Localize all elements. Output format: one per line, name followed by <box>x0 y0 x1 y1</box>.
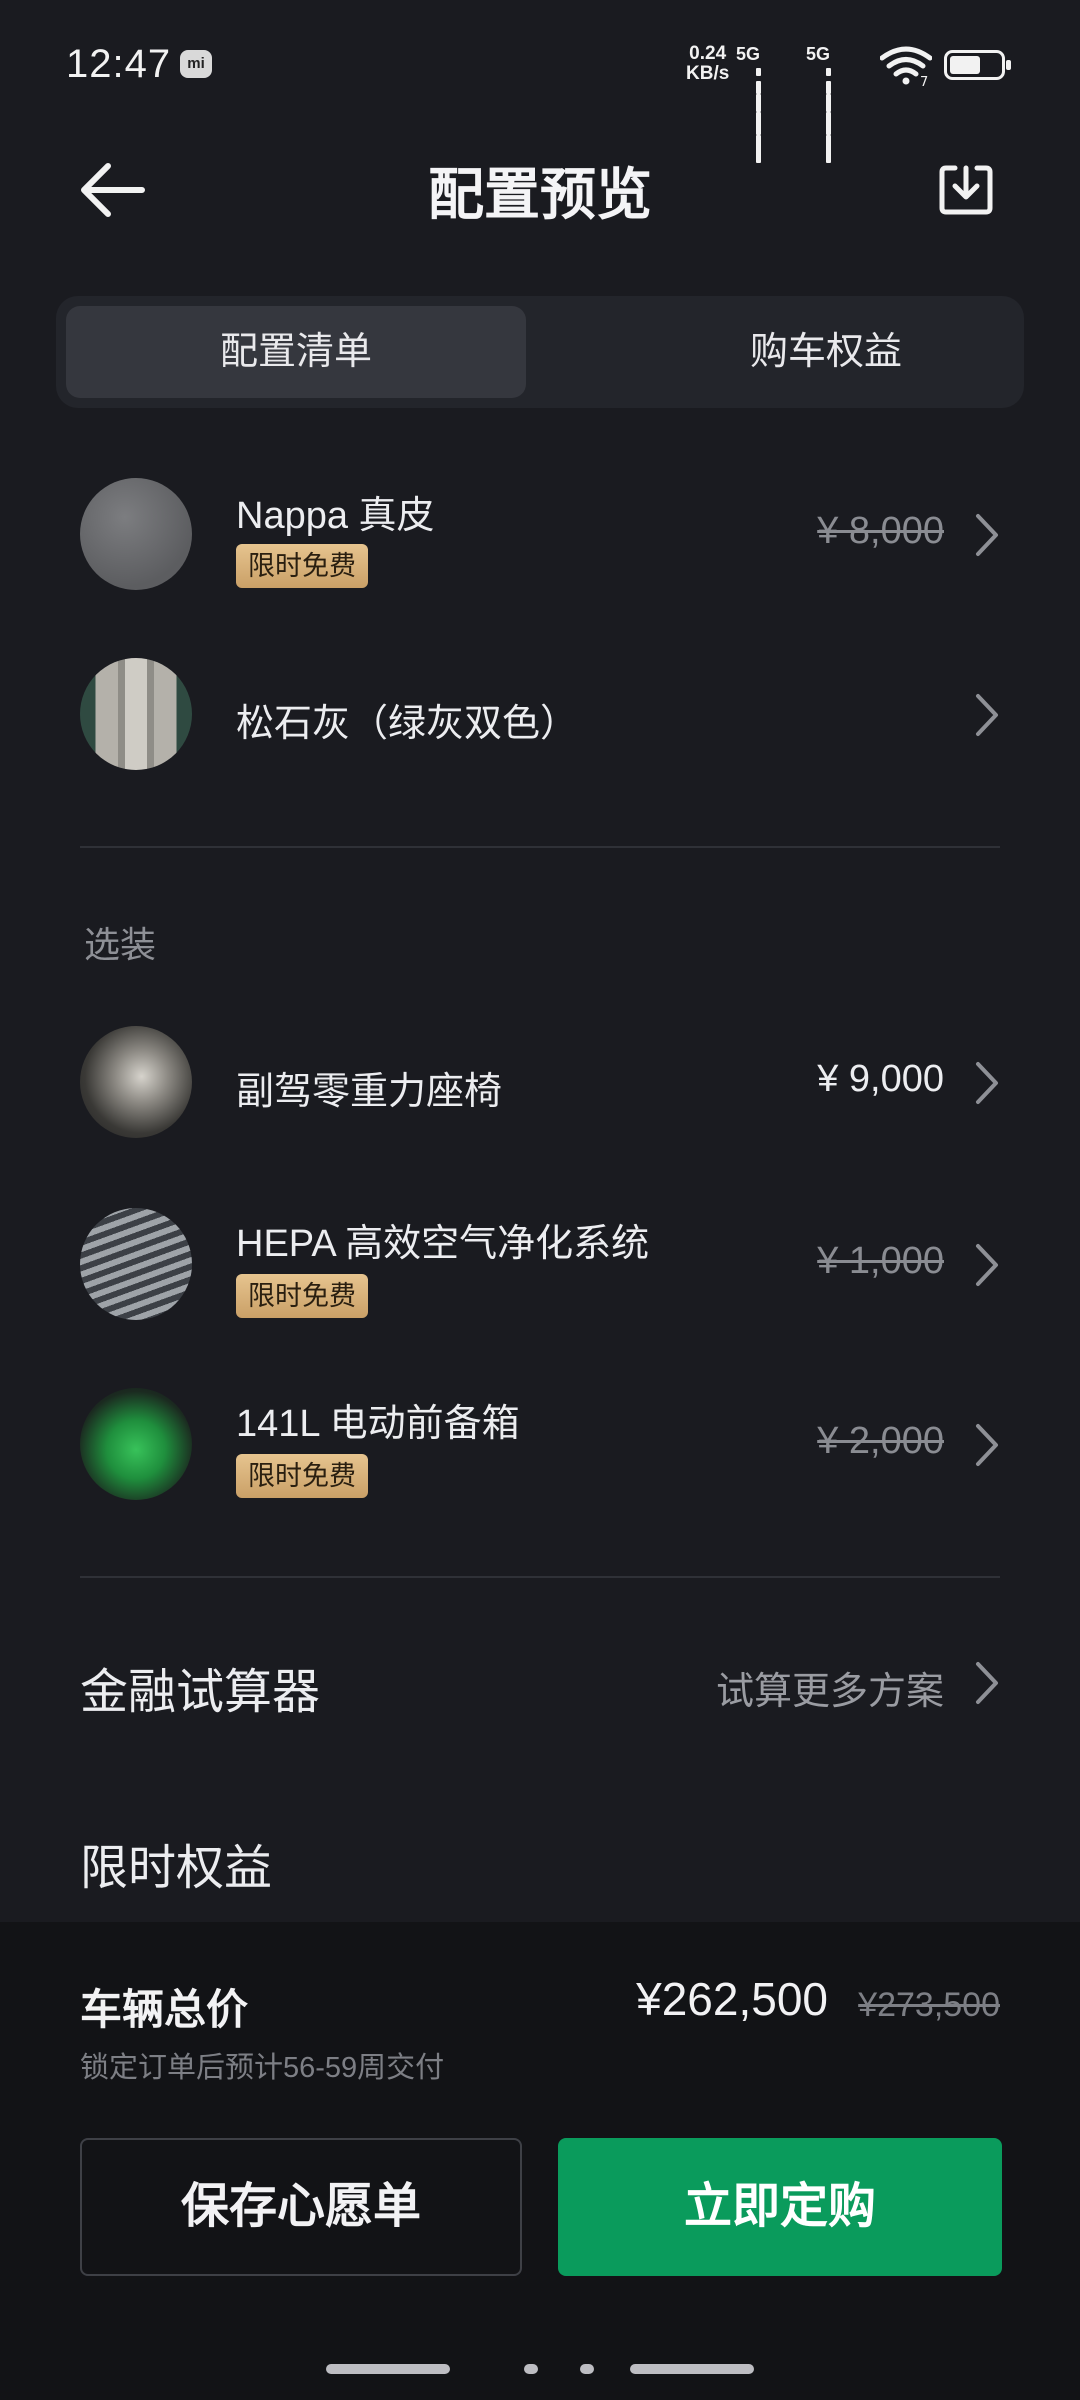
options-section-label: 选装 <box>84 924 157 965</box>
save-wishlist-button[interactable]: 保存心愿单 <box>80 2138 522 2276</box>
list-item-hepa-filter[interactable]: HEPA 高效空气净化系统 限时免费 ¥ 1,000 <box>0 1194 1080 1334</box>
chevron-right-icon <box>976 1424 998 1466</box>
total-price-label: 车辆总价 <box>80 1986 249 2033</box>
item-title: HEPA 高效空气净化系统 <box>236 1223 650 1265</box>
original-price: ¥273,500 <box>858 1986 1000 2024</box>
wifi-standard: 7 <box>920 75 928 86</box>
item-title: Nappa 真皮 <box>236 495 435 537</box>
net-speed-unit: KB/s <box>686 63 730 84</box>
item-title: 副驾零重力座椅 <box>236 1071 503 1113</box>
download-icon[interactable] <box>938 160 994 216</box>
network-speed: 0.24 KB/s <box>686 44 729 84</box>
nav-gesture-dot <box>524 2364 538 2374</box>
list-item-nappa-leather[interactable]: Nappa 真皮 限时免费 ¥ 8,000 <box>0 464 1080 604</box>
seat-photo-thumbnail <box>80 1026 192 1138</box>
tab-purchase-benefits[interactable]: 购车权益 <box>596 306 1056 398</box>
order-now-button[interactable]: 立即定购 <box>558 2138 1002 2276</box>
chevron-right-icon <box>976 1062 998 1104</box>
divider <box>80 1576 1000 1578</box>
divider <box>80 846 1000 848</box>
free-badge: 限时免费 <box>236 544 368 588</box>
nav-gesture-bar-right[interactable] <box>630 2364 754 2374</box>
chevron-right-icon <box>976 694 998 736</box>
list-item-front-trunk[interactable]: 141L 电动前备箱 限时免费 ¥ 2,000 <box>0 1374 1080 1514</box>
tab-bar: 配置清单 购车权益 <box>56 296 1024 408</box>
seat-color-swatch-thumbnail <box>80 658 192 770</box>
delivery-estimate: 锁定订单后预计56-59周交付 <box>80 2052 445 2084</box>
status-bar: 12:47 mi 0.24 KB/s 5G 5G 7 <box>0 0 1080 163</box>
wifi-icon: 7 <box>880 46 932 86</box>
finance-calculator-title: 金融试算器 <box>80 1666 321 1719</box>
page-title: 配置预览 <box>428 163 652 226</box>
net-speed-value: 0.24 <box>689 43 727 64</box>
chevron-right-icon <box>976 1244 998 1286</box>
free-badge: 限时免费 <box>236 1274 368 1318</box>
tab-config-list[interactable]: 配置清单 <box>66 306 526 398</box>
total-price: ¥262,500 <box>636 1973 828 2025</box>
nav-gesture-bar-left <box>326 2364 450 2374</box>
item-title: 141L 电动前备箱 <box>236 1403 520 1445</box>
finance-more-plans-link[interactable]: 试算更多方案 <box>716 1660 944 1715</box>
item-price: ¥ 9,000 <box>817 1058 944 1100</box>
item-price: ¥ 2,000 <box>817 1420 944 1462</box>
list-item-seat-color[interactable]: 松石灰（绿灰双色） <box>0 644 1080 784</box>
car-frunk-photo-thumbnail <box>80 1388 192 1500</box>
leather-swatch-thumbnail <box>80 478 192 590</box>
filter-photo-thumbnail <box>80 1208 192 1320</box>
nav-gesture-dot <box>580 2364 594 2374</box>
chevron-right-icon[interactable] <box>972 1660 1002 1706</box>
battery-icon <box>944 50 1011 80</box>
item-price: ¥ 8,000 <box>817 510 944 552</box>
chevron-right-icon <box>976 514 998 556</box>
limited-benefits-title: 限时权益 <box>80 1842 273 1895</box>
status-time: 12:47 <box>66 42 172 86</box>
list-item-zero-gravity-seat[interactable]: 副驾零重力座椅 ¥ 9,000 <box>0 1012 1080 1152</box>
item-price: ¥ 1,000 <box>817 1240 944 1282</box>
item-title: 松石灰（绿灰双色） <box>236 703 579 745</box>
mi-notification-icon: mi <box>180 50 212 78</box>
free-badge: 限时免费 <box>236 1454 368 1498</box>
